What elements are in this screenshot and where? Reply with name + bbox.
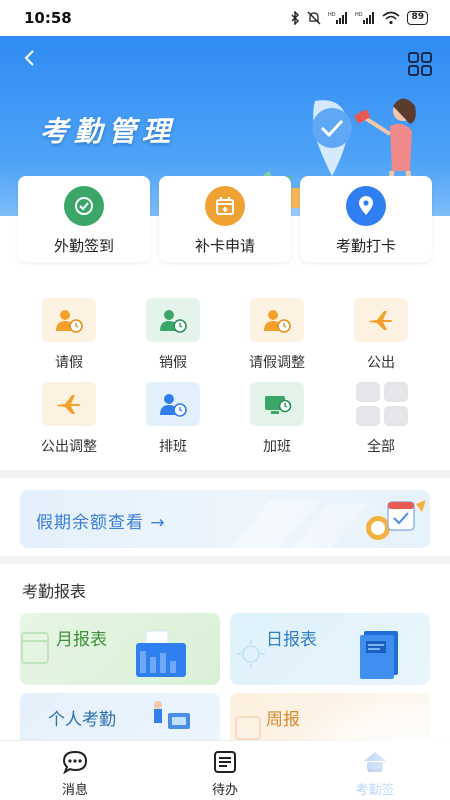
mute-bell-icon bbox=[308, 11, 321, 25]
balance-section: 假期余额查看 → bbox=[0, 478, 450, 556]
monitor-clock-icon bbox=[250, 382, 304, 426]
chat-bubble-icon bbox=[61, 749, 89, 775]
quick-action-label: 外勤签到 bbox=[53, 237, 114, 255]
grid-icon bbox=[354, 382, 408, 426]
nav-tab-messages[interactable]: 消息 bbox=[0, 741, 150, 800]
leave-balance-banner[interactable]: 假期余额查看 → bbox=[20, 490, 430, 548]
report-label: 日报表 bbox=[266, 630, 317, 650]
func-all[interactable]: 全部 bbox=[336, 382, 426, 456]
func-label: 公出调整 bbox=[41, 439, 97, 455]
func-label: 排班 bbox=[159, 439, 187, 455]
func-label: 请假调整 bbox=[249, 355, 305, 371]
signal-icon-2: HD bbox=[355, 12, 375, 24]
person-desk-icon bbox=[154, 701, 190, 729]
calendar-add-icon bbox=[205, 186, 245, 226]
quick-action-label: 考勤打卡 bbox=[335, 237, 396, 255]
nav-label: 待办 bbox=[211, 783, 238, 798]
reports-title: 考勤报表 bbox=[22, 582, 87, 601]
func-label: 公出 bbox=[367, 355, 395, 371]
func-trip-adjust[interactable]: 公出调整 bbox=[24, 382, 114, 456]
report-label: 个人考勤 bbox=[48, 710, 116, 730]
svg-text:HD: HD bbox=[328, 12, 336, 18]
page-title: 考勤管理 bbox=[40, 115, 177, 148]
banner-decoration bbox=[230, 500, 426, 548]
bottom-nav: 消息 待办 考勤签 bbox=[0, 740, 450, 800]
balance-banner-text: 假期余额查看 → bbox=[36, 513, 166, 533]
quick-action-label: 补卡申请 bbox=[194, 237, 255, 255]
nav-label: 消息 bbox=[61, 783, 88, 798]
func-leave-adjust[interactable]: 请假调整 bbox=[232, 298, 322, 372]
folder-chart-icon bbox=[136, 630, 186, 677]
func-label: 全部 bbox=[367, 439, 395, 455]
status-icons: HD HD 89 bbox=[290, 11, 428, 25]
status-bar: 10:58 HD HD 89 bbox=[0, 0, 450, 36]
check-circle-icon bbox=[64, 186, 104, 226]
signal-icon: HD bbox=[328, 12, 348, 24]
status-time: 10:58 bbox=[24, 9, 72, 27]
report-label: 周报 bbox=[266, 710, 300, 730]
quick-action-card-makeup[interactable]: 补卡申请 bbox=[159, 176, 291, 262]
airplane-icon bbox=[354, 298, 408, 342]
location-pin-icon bbox=[346, 186, 386, 226]
calendar-watermark-icon bbox=[21, 632, 49, 664]
battery-indicator: 89 bbox=[407, 11, 428, 25]
sun-watermark-icon bbox=[237, 640, 265, 668]
home-icon bbox=[361, 749, 389, 775]
func-label: 加班 bbox=[263, 439, 291, 455]
apps-grid-icon[interactable] bbox=[406, 50, 434, 78]
reports-section: 考勤报表 月报表 日报表 个人考勤 周报 bbox=[0, 564, 450, 765]
report-label: 月报表 bbox=[56, 630, 107, 650]
person-clock-icon bbox=[146, 382, 200, 426]
quick-action-field-checkin[interactable]: 外勤签到 bbox=[18, 176, 150, 262]
func-business-trip[interactable]: 公出 bbox=[336, 298, 426, 372]
func-label: 销假 bbox=[159, 355, 187, 371]
person-clock-icon bbox=[250, 298, 304, 342]
list-icon bbox=[211, 749, 239, 775]
calendar-watermark-icon bbox=[235, 716, 261, 740]
nav-tab-attendance[interactable]: 考勤签 bbox=[300, 741, 450, 800]
wifi-icon bbox=[382, 11, 400, 25]
person-clock-icon bbox=[146, 298, 200, 342]
func-overtime[interactable]: 加班 bbox=[232, 382, 322, 456]
report-card-daily[interactable]: 日报表 bbox=[230, 613, 430, 685]
quick-action-punch[interactable]: 考勤打卡 bbox=[300, 176, 432, 262]
report-card-monthly[interactable]: 月报表 bbox=[20, 613, 220, 685]
person-clock-icon bbox=[42, 298, 96, 342]
nav-tab-todo[interactable]: 待办 bbox=[150, 741, 300, 800]
binder-book-icon bbox=[360, 631, 398, 679]
func-cancel-leave[interactable]: 销假 bbox=[128, 298, 218, 372]
back-arrow-icon[interactable] bbox=[18, 46, 42, 70]
func-schedule[interactable]: 排班 bbox=[128, 382, 218, 456]
airplane-icon bbox=[42, 382, 96, 426]
nav-label: 考勤签 bbox=[355, 783, 395, 798]
svg-text:HD: HD bbox=[355, 12, 363, 18]
bluetooth-icon bbox=[291, 11, 300, 25]
func-label: 请假 bbox=[55, 355, 83, 371]
func-leave[interactable]: 请假 bbox=[24, 298, 114, 372]
